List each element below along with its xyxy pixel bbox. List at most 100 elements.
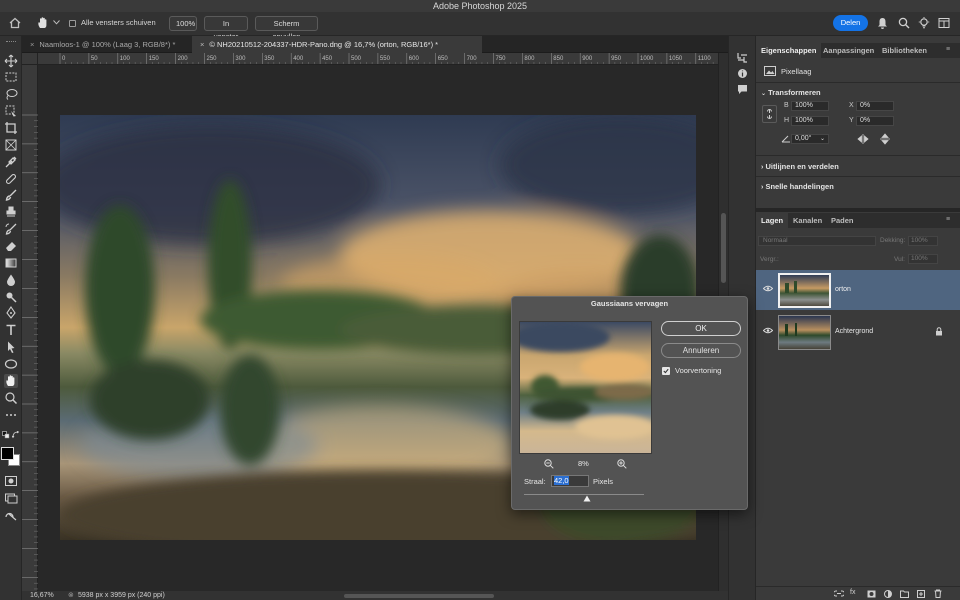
lasso-tool-icon[interactable] <box>4 87 18 101</box>
layer-name[interactable]: Achtergrond <box>835 328 873 335</box>
x-field[interactable]: 0% <box>856 101 894 111</box>
layer-name[interactable]: orton <box>835 286 851 293</box>
cancel-button[interactable]: Annuleren <box>661 343 741 358</box>
tab-document-2[interactable]: × © NH20210512-204337-HDR-Pano.dng @ 16,7… <box>192 36 482 53</box>
close-icon[interactable]: × <box>200 40 204 49</box>
tab-channels[interactable]: Kanalen <box>788 213 827 228</box>
zoom-out-icon[interactable] <box>544 459 554 469</box>
move-tool-icon[interactable] <box>4 54 18 68</box>
horizontal-ruler[interactable]: 0 50 100 150 200 250 300 350 400 450 500 550 600 650 7… <box>38 53 718 65</box>
zoom-tool-icon[interactable] <box>4 391 18 405</box>
quick-actions-section-toggle[interactable]: › Snelle handelingen <box>761 182 834 191</box>
document-info[interactable]: 5938 px x 3959 px (240 ppi) <box>78 591 165 600</box>
fx-icon[interactable]: fx <box>850 589 855 596</box>
panel-menu-icon[interactable]: ≡ <box>946 46 950 53</box>
eye-icon[interactable] <box>763 327 773 334</box>
layer-thumbnail[interactable] <box>778 315 831 350</box>
scroll-thumb[interactable] <box>721 213 726 283</box>
hand-tool-icon[interactable] <box>36 16 50 30</box>
quick-mask-icon[interactable] <box>4 474 18 488</box>
blend-mode-select[interactable]: Normaal <box>758 236 876 246</box>
dialog-preview[interactable] <box>519 321 652 454</box>
share-button[interactable]: Delen <box>833 15 868 31</box>
bell-icon[interactable] <box>877 17 888 29</box>
tab-libraries[interactable]: Bibliotheken <box>877 43 932 58</box>
height-field[interactable]: 100% <box>791 116 829 126</box>
y-field[interactable]: 0% <box>856 116 894 126</box>
flip-horizontal-icon[interactable] <box>857 134 869 144</box>
clone-stamp-tool-icon[interactable] <box>4 205 18 219</box>
align-section-toggle[interactable]: › Uitlijnen en verdelen <box>761 162 839 171</box>
angle-field[interactable]: 0,00° ⌄ <box>791 134 829 144</box>
search-icon[interactable] <box>898 17 910 29</box>
path-selection-tool-icon[interactable] <box>4 340 18 354</box>
new-layer-icon[interactable] <box>917 590 925 598</box>
artboard-icon[interactable] <box>4 508 18 522</box>
home-icon[interactable] <box>9 17 21 29</box>
dodge-tool-icon[interactable] <box>4 290 18 304</box>
history-brush-tool-icon[interactable] <box>4 222 18 236</box>
info-panel-icon[interactable] <box>737 68 748 79</box>
swap-colors-icon[interactable] <box>12 431 20 439</box>
layer-row-orton[interactable]: orton <box>756 270 960 310</box>
ellipse-tool-icon[interactable] <box>4 357 18 371</box>
foreground-color-swatch[interactable] <box>1 447 14 460</box>
fit-window-button[interactable]: In venster <box>204 16 248 41</box>
crop-tool-icon[interactable] <box>4 121 18 135</box>
tab-paths[interactable]: Paden <box>826 213 859 228</box>
tab-document-1[interactable]: × Naamloos-1 @ 100% (Laag 3, RGB/8*) * <box>22 36 192 53</box>
fill-field[interactable]: 100% <box>908 254 938 264</box>
flip-vertical-icon[interactable] <box>880 133 890 145</box>
width-field[interactable]: 100% <box>791 101 829 111</box>
tab-properties[interactable]: Eigenschappen <box>756 43 822 58</box>
pen-tool-icon[interactable] <box>4 306 18 320</box>
layer-thumbnail[interactable] <box>778 273 831 308</box>
adjustment-layer-icon[interactable] <box>884 590 892 598</box>
zoom-level[interactable]: 16,67% <box>30 591 54 600</box>
link-layers-icon[interactable] <box>834 590 844 597</box>
opacity-field[interactable]: 100% <box>908 236 938 246</box>
marquee-tool-icon[interactable] <box>4 70 18 84</box>
close-icon[interactable]: × <box>30 40 34 49</box>
screen-mode-icon[interactable] <box>4 491 18 505</box>
layer-row-background[interactable]: Achtergrond <box>756 312 960 352</box>
brush-tool-icon[interactable] <box>4 188 18 202</box>
new-group-icon[interactable] <box>900 590 909 598</box>
gradient-tool-icon[interactable] <box>4 256 18 270</box>
more-tools-icon[interactable] <box>4 408 18 422</box>
vertical-ruler[interactable] <box>22 65 38 591</box>
frame-tool-icon[interactable] <box>4 138 18 152</box>
comments-panel-icon[interactable] <box>737 84 748 95</box>
zoom-in-icon[interactable] <box>617 459 627 469</box>
hand-tool-active-icon[interactable] <box>4 374 18 388</box>
history-panel-icon[interactable] <box>737 52 748 63</box>
tab-adjustments[interactable]: Aanpassingen <box>818 43 879 58</box>
radius-input[interactable]: 42,0 <box>551 475 589 487</box>
type-tool-icon[interactable] <box>4 323 18 337</box>
ruler-corner[interactable] <box>22 53 38 65</box>
radius-slider-handle[interactable] <box>583 495 591 502</box>
panel-menu-icon[interactable]: ≡ <box>946 216 950 223</box>
preview-checkbox[interactable] <box>662 367 670 375</box>
eye-icon[interactable] <box>763 285 773 292</box>
fill-screen-button[interactable]: Scherm opvullen <box>255 16 318 41</box>
add-mask-icon[interactable] <box>867 590 876 598</box>
tab-layers[interactable]: Lagen <box>756 213 789 228</box>
transform-section-toggle[interactable]: ⌄ Transformeren <box>761 88 821 97</box>
scroll-all-checkbox[interactable] <box>69 20 76 27</box>
object-selection-tool-icon[interactable] <box>4 104 18 118</box>
zoom-100-button[interactable]: 100% <box>169 16 197 31</box>
dialog-title[interactable]: Gaussiaans vervagen <box>512 297 747 311</box>
ok-button[interactable]: OK <box>661 321 741 336</box>
toolbar-grip[interactable] <box>6 41 16 43</box>
default-colors-icon[interactable] <box>2 431 10 439</box>
eraser-tool-icon[interactable] <box>4 239 18 253</box>
workspace-icon[interactable] <box>938 17 950 29</box>
horizontal-scroll-thumb[interactable] <box>344 594 494 598</box>
blur-tool-icon[interactable] <box>4 273 18 287</box>
lightbulb-icon[interactable] <box>918 17 930 29</box>
eyedropper-tool-icon[interactable] <box>4 155 18 169</box>
link-dimensions-button[interactable] <box>762 105 777 123</box>
healing-brush-tool-icon[interactable] <box>4 172 18 186</box>
panel-divider[interactable] <box>756 208 960 212</box>
